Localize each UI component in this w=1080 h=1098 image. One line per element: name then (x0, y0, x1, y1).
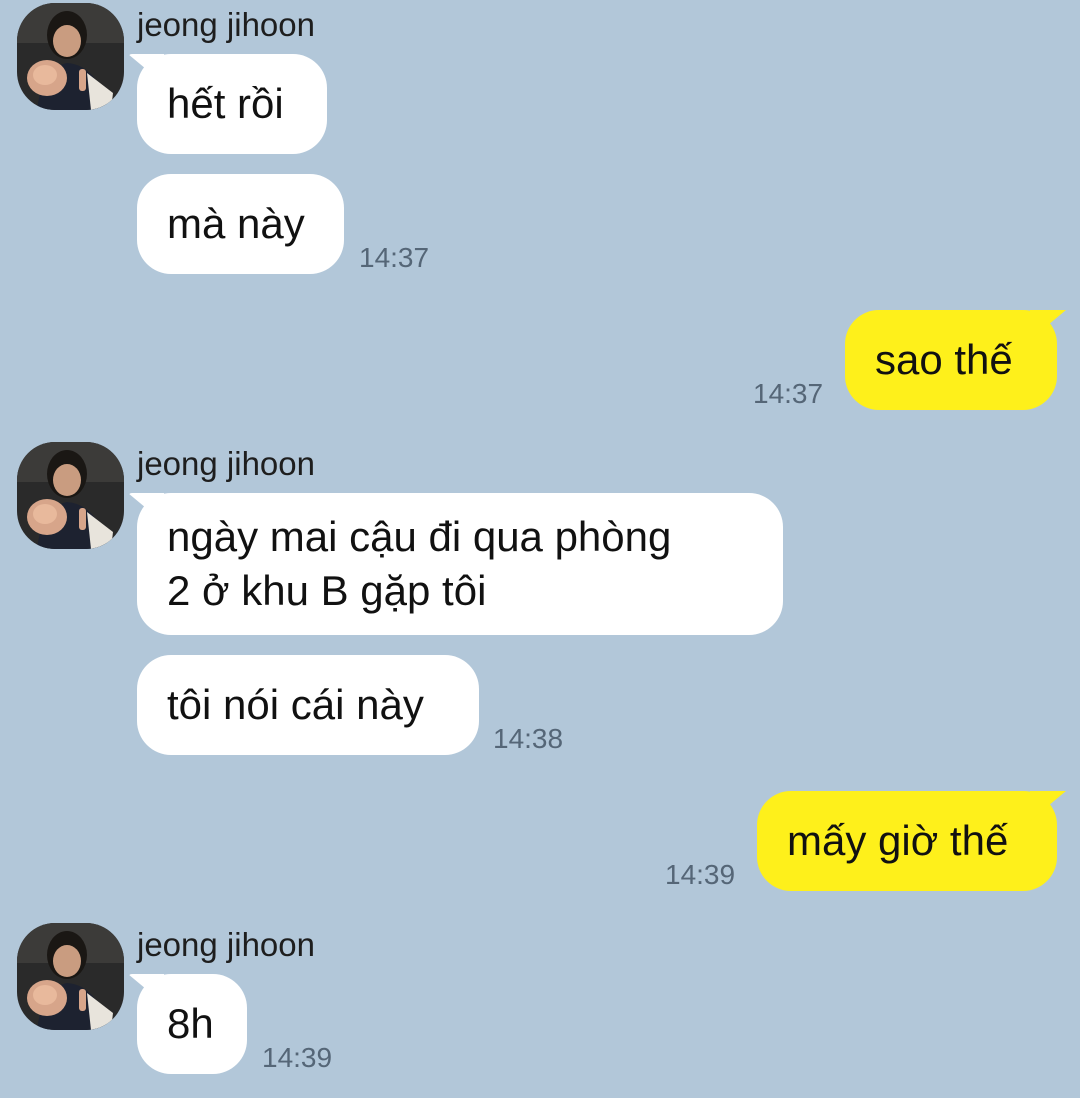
contact-avatar[interactable] (17, 442, 124, 549)
message-timestamp: 14:39 (665, 859, 736, 890)
my-message-bubble[interactable]: mấy giờ thế (757, 791, 1057, 891)
my-message-bubble[interactable]: sao thế (845, 310, 1057, 410)
contact-avatar[interactable] (17, 3, 124, 110)
avatar-photo-icon (17, 442, 124, 549)
message-timestamp: 14:37 (359, 242, 430, 273)
message-timestamp: 14:37 (753, 378, 824, 409)
contact-avatar[interactable] (17, 923, 124, 1030)
message-bubble[interactable]: 8h (137, 974, 247, 1074)
avatar-photo-icon (17, 923, 124, 1030)
message-bubble[interactable]: ngày mai cậu đi qua phòng 2 ở khu B gặp … (137, 493, 783, 635)
message-bubble[interactable]: hết rồi (137, 54, 327, 154)
sender-name: jeong jihoon (137, 445, 315, 482)
sender-name: jeong jihoon (137, 926, 315, 963)
message-timestamp: 14:39 (262, 1042, 333, 1073)
message-bubble[interactable]: mà này (137, 174, 344, 274)
message-bubble[interactable]: tôi nói cái này (137, 655, 479, 755)
avatar-photo-icon (17, 3, 124, 110)
message-timestamp: 14:38 (493, 723, 564, 754)
sender-name: jeong jihoon (137, 6, 315, 43)
